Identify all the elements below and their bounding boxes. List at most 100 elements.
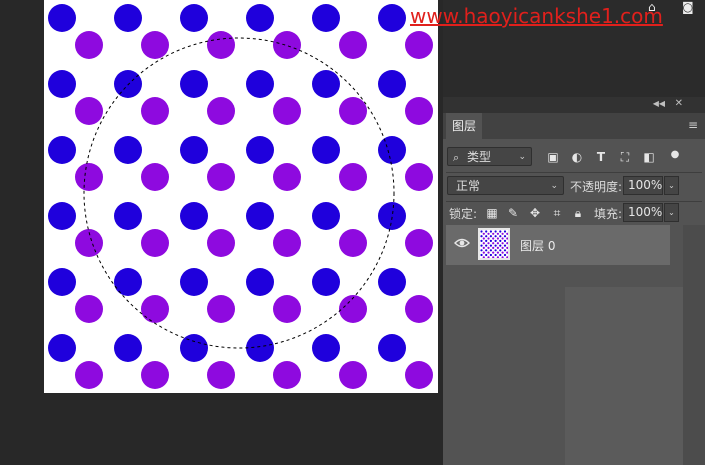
blue-dot bbox=[114, 268, 142, 296]
blue-dot bbox=[180, 202, 208, 230]
panel-header: ◀◀ ✕ bbox=[443, 97, 705, 113]
camera-icon[interactable]: ◙ bbox=[682, 0, 694, 14]
lock-label: 锁定: bbox=[449, 207, 478, 221]
purple-dot bbox=[207, 31, 235, 59]
fill-slider-button[interactable]: ⌄ bbox=[664, 203, 679, 222]
purple-dot bbox=[75, 361, 103, 389]
purple-dot bbox=[141, 295, 169, 323]
purple-dot bbox=[339, 163, 367, 191]
purple-dot bbox=[273, 31, 301, 59]
fill-input[interactable]: 100% bbox=[623, 203, 663, 222]
watermark: www.haoyicankshe1.com bbox=[410, 4, 663, 28]
purple-dot bbox=[141, 361, 169, 389]
blue-dot bbox=[180, 4, 208, 32]
hamburger-menu-icon[interactable]: ≡ bbox=[688, 119, 699, 131]
blue-dot bbox=[378, 334, 406, 362]
purple-dot bbox=[141, 229, 169, 257]
lock-image-pixels-icon[interactable]: ✎ bbox=[506, 206, 520, 220]
type-filter-icon[interactable]: T bbox=[594, 150, 608, 164]
purple-dot bbox=[207, 361, 235, 389]
blue-dot bbox=[246, 4, 274, 32]
dot-pattern bbox=[48, 4, 433, 389]
purple-dot bbox=[75, 163, 103, 191]
eye-icon[interactable] bbox=[454, 237, 470, 251]
blue-dot bbox=[48, 202, 76, 230]
blue-dot bbox=[378, 4, 406, 32]
purple-dot bbox=[339, 361, 367, 389]
divider bbox=[446, 172, 702, 173]
lock-transparent-pixels-icon[interactable]: ▦ bbox=[485, 206, 499, 220]
panel-scroll-edge bbox=[683, 225, 705, 465]
blue-dot bbox=[378, 202, 406, 230]
tab-layers[interactable]: 图层 bbox=[446, 113, 482, 139]
filter-row: ⌕ 类型 ⌄ ▣ ◐ T ⛶ ◧ ● bbox=[443, 146, 705, 168]
filter-kind-label: 类型 bbox=[467, 150, 492, 164]
lock-artboard-icon[interactable]: ⌗ bbox=[550, 206, 564, 220]
purple-dot bbox=[273, 361, 301, 389]
purple-dot bbox=[405, 295, 433, 323]
adjustment-filter-icon[interactable]: ◐ bbox=[570, 150, 584, 164]
shape-filter-icon[interactable]: ⛶ bbox=[618, 150, 632, 164]
purple-dot bbox=[405, 97, 433, 125]
blue-dot bbox=[114, 334, 142, 362]
blue-dot bbox=[48, 136, 76, 164]
blue-dot bbox=[378, 136, 406, 164]
blue-dot bbox=[48, 4, 76, 32]
layer-thumbnail bbox=[478, 228, 510, 260]
document-canvas[interactable] bbox=[44, 0, 438, 393]
blue-dot bbox=[246, 136, 274, 164]
purple-dot bbox=[273, 163, 301, 191]
blue-dot bbox=[180, 268, 208, 296]
layer-name[interactable]: 图层 0 bbox=[520, 237, 555, 254]
opacity-slider-button[interactable]: ⌄ bbox=[664, 176, 679, 195]
blue-dot bbox=[378, 70, 406, 98]
purple-dot bbox=[141, 163, 169, 191]
purple-dot bbox=[339, 97, 367, 125]
purple-dot bbox=[141, 31, 169, 59]
blue-dot bbox=[246, 334, 274, 362]
chevron-down-icon: ⌄ bbox=[518, 152, 526, 162]
blend-mode-value: 正常 bbox=[456, 179, 481, 193]
layer-row[interactable]: 图层 0 bbox=[446, 225, 670, 265]
purple-dot bbox=[339, 295, 367, 323]
fill-label: 填充: bbox=[594, 207, 623, 221]
purple-dot bbox=[141, 97, 169, 125]
blue-dot bbox=[48, 70, 76, 98]
purple-dot bbox=[207, 295, 235, 323]
opacity-input[interactable]: 100% bbox=[623, 176, 663, 195]
smart-object-filter-icon[interactable]: ◧ bbox=[642, 150, 656, 164]
filter-toggle-icon[interactable]: ● bbox=[668, 148, 682, 162]
canvas-area[interactable] bbox=[0, 0, 443, 465]
lock-position-icon[interactable]: ✥ bbox=[528, 206, 542, 220]
lock-all-icon[interactable]: 🔒︎ bbox=[571, 206, 585, 220]
image-filter-icon[interactable]: ▣ bbox=[546, 150, 560, 164]
blue-dot bbox=[246, 268, 274, 296]
layers-empty-area bbox=[565, 287, 683, 465]
close-icon[interactable]: ✕ bbox=[675, 98, 683, 109]
blue-dot bbox=[114, 70, 142, 98]
opacity-label: 不透明度: bbox=[570, 180, 623, 194]
purple-dot bbox=[75, 31, 103, 59]
blue-dot bbox=[180, 136, 208, 164]
blue-dot bbox=[114, 202, 142, 230]
purple-dot bbox=[207, 229, 235, 257]
blue-dot bbox=[312, 4, 340, 32]
purple-dot bbox=[405, 163, 433, 191]
blue-dot bbox=[312, 202, 340, 230]
blue-dot bbox=[180, 70, 208, 98]
blue-dot bbox=[180, 334, 208, 362]
filter-kind-dropdown[interactable]: ⌕ 类型 ⌄ bbox=[447, 147, 532, 166]
purple-dot bbox=[273, 229, 301, 257]
blend-mode-dropdown[interactable]: 正常 ⌄ bbox=[447, 176, 564, 195]
purple-dot bbox=[207, 97, 235, 125]
blue-dot bbox=[378, 268, 406, 296]
purple-dot bbox=[75, 295, 103, 323]
double-chevron-right-icon[interactable]: ◀◀ bbox=[653, 99, 665, 108]
purple-dot bbox=[405, 31, 433, 59]
purple-dot bbox=[405, 229, 433, 257]
lock-row: 锁定: ▦ ✎ ✥ ⌗ 🔒︎ 填充: 100% ⌄ bbox=[443, 202, 705, 224]
blend-row: 正常 ⌄ 不透明度: 100% ⌄ bbox=[443, 175, 705, 197]
purple-dot bbox=[405, 361, 433, 389]
purple-dot bbox=[273, 97, 301, 125]
purple-dot bbox=[207, 163, 235, 191]
